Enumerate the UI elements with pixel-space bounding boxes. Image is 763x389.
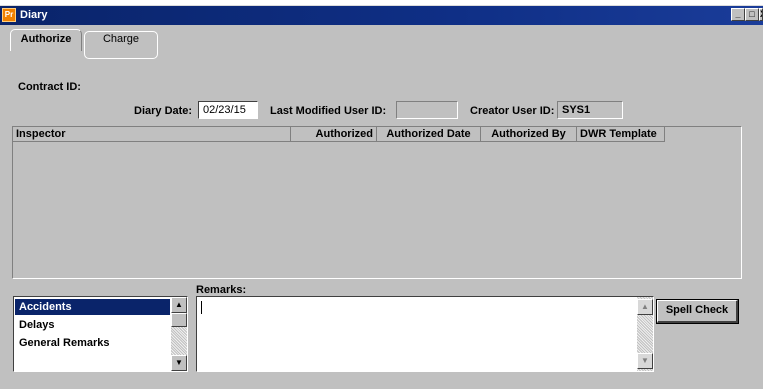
list-item-accidents[interactable]: Accidents (15, 299, 170, 315)
window-title: Diary (20, 9, 48, 21)
remarks-textarea[interactable]: ▲ ▼ (196, 296, 654, 372)
remarks-type-list[interactable]: Accidents Delays General Remarks ▲ ▼ (13, 296, 188, 372)
diary-date-field[interactable]: 02/23/15 (198, 101, 258, 119)
diary-date-label: Diary Date: (134, 105, 193, 117)
spell-check-button[interactable]: Spell Check (656, 299, 739, 324)
inspector-grid[interactable]: Inspector Authorized Authorized Date Aut… (12, 126, 742, 279)
tab-authorize[interactable]: Authorize (10, 29, 82, 51)
column-header-authorized[interactable]: Authorized (291, 127, 377, 142)
tab-charge[interactable]: Charge (84, 31, 158, 59)
list-scroll-thumb[interactable] (171, 313, 187, 327)
column-header-inspector[interactable]: Inspector (13, 127, 291, 142)
title-bar: Pr Diary _ □ X (0, 6, 763, 25)
remarks-label: Remarks: (196, 284, 247, 296)
creator-user-label: Creator User ID: (470, 105, 555, 117)
down-arrow-icon[interactable]: ▼ (171, 355, 187, 371)
last-modified-user-label: Last Modified User ID: (270, 105, 387, 117)
column-header-dwr-template[interactable]: DWR Template (577, 127, 665, 142)
column-header-authorized-by[interactable]: Authorized By (481, 127, 577, 142)
list-item-general-remarks[interactable]: General Remarks (15, 335, 170, 351)
text-caret (201, 301, 202, 314)
creator-user-field: SYS1 (557, 101, 623, 119)
column-header-authorized-date[interactable]: Authorized Date (377, 127, 481, 142)
contract-id-label: Contract ID: (18, 81, 81, 93)
close-button[interactable]: X (759, 8, 763, 21)
app-icon: Pr (2, 8, 16, 22)
maximize-button[interactable]: □ (745, 8, 759, 21)
last-modified-user-field (396, 101, 458, 119)
up-arrow-icon[interactable]: ▲ (637, 299, 653, 315)
up-arrow-icon[interactable]: ▲ (171, 297, 187, 313)
list-item-delays[interactable]: Delays (15, 317, 170, 333)
down-arrow-icon[interactable]: ▼ (637, 353, 653, 369)
minimize-button[interactable]: _ (731, 8, 745, 21)
